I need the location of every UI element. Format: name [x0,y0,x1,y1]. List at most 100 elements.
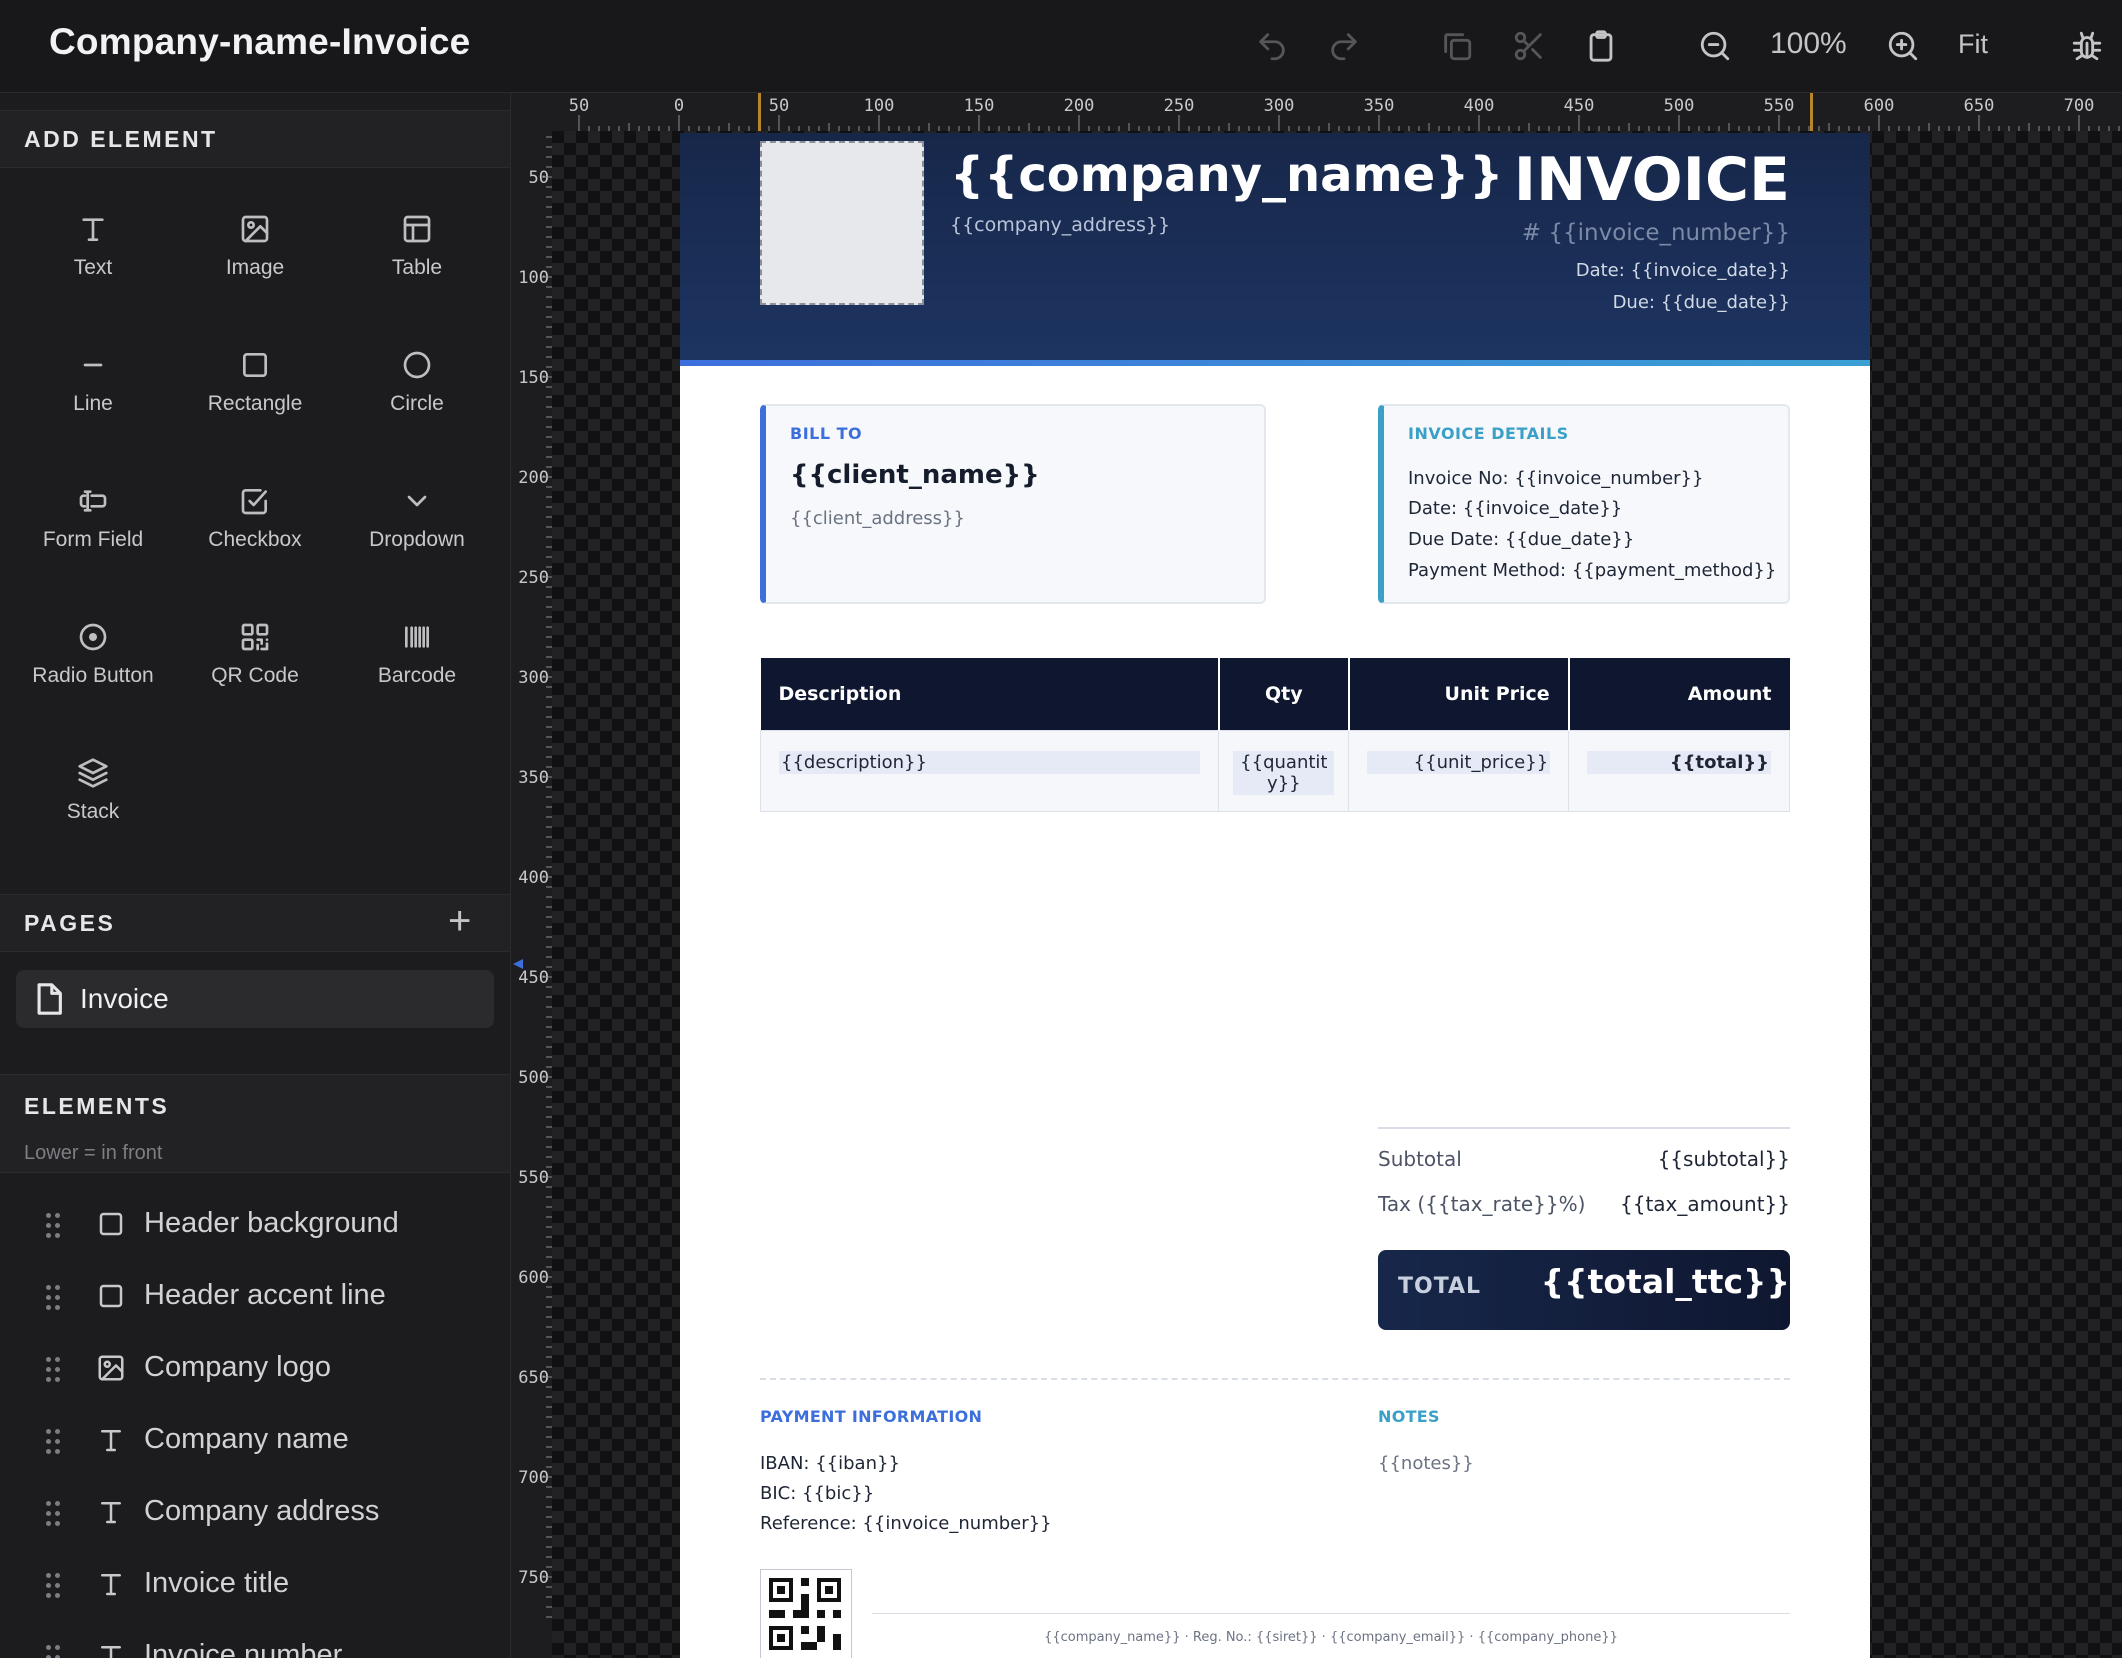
subtotal-row[interactable]: Subtotal {{subtotal}} [1378,1147,1790,1171]
add-page-button[interactable]: + [448,901,471,941]
company-logo-placeholder[interactable] [760,141,924,305]
tool-label: Dropdown [369,528,465,551]
tool-circle[interactable]: Circle [336,335,498,455]
tool-radio-button[interactable]: Radio Button [12,607,174,727]
document-title[interactable]: Company-name-Invoice [49,21,470,63]
details-line[interactable]: Invoice No: {{invoice_number}} [1408,468,1703,489]
zoom-in-icon[interactable] [1881,24,1925,68]
tax-value[interactable]: {{tax_amount}} [1620,1192,1790,1216]
total-box[interactable]: TOTAL {{total_ttc}} [1378,1250,1790,1330]
total-value[interactable]: {{total_ttc}} [1541,1262,1790,1301]
payment-qr-code[interactable] [760,1569,852,1658]
tax-row[interactable]: Tax ({{tax_rate}}%) {{tax_amount}} [1378,1192,1790,1216]
column-header: Unit Price [1348,658,1570,731]
header-accent-line[interactable] [680,360,1870,366]
layer-item[interactable]: Invoice number [0,1621,510,1658]
invoice-page[interactable]: {{company_name}} {{company_address}} INV… [680,133,1870,1658]
table-cell[interactable]: {{unit_price}} [1367,751,1551,774]
payment-line[interactable]: Reference: {{invoice_number}} [760,1513,1052,1534]
debug-icon[interactable] [2065,24,2109,68]
tool-rectangle[interactable]: Rectangle [174,335,336,455]
table-cell[interactable]: {{description}} [779,751,1201,774]
ruler-tick-label: 50 [569,96,589,116]
layer-item[interactable]: Invoice title [0,1549,510,1621]
invoice-title[interactable]: INVOICE [1514,145,1790,215]
layer-item[interactable]: Company address [0,1477,510,1549]
stack-icon [78,758,108,788]
tool-barcode[interactable]: Barcode [336,607,498,727]
payment-line[interactable]: IBAN: {{iban}} [760,1453,900,1474]
fit-button[interactable]: Fit [1958,29,1988,60]
ruler-tick-label: 350 [1364,96,1395,116]
company-name[interactable]: {{company_name}} [950,147,1503,203]
tool-qr-code[interactable]: QR Code [174,607,336,727]
details-line[interactable]: Date: {{invoice_date}} [1408,498,1622,519]
subtotal-value[interactable]: {{subtotal}} [1658,1147,1790,1171]
cut-icon[interactable] [1507,24,1551,68]
drag-handle-icon[interactable] [46,1645,62,1658]
redo-icon[interactable] [1322,24,1366,68]
invoice-date[interactable]: Date: {{invoice_date}} [1576,260,1790,281]
ruler-vertical: 50 100 150 200 250 300 350 400 450 500 550 600 650 70… [511,131,553,1658]
invoice-number[interactable]: # {{invoice_number}} [1522,220,1790,246]
tool-checkbox[interactable]: Checkbox [174,471,336,591]
table-cell[interactable]: {{total}} [1587,751,1771,774]
bill-to-card[interactable]: BILL TO {{client_name}} {{client_address… [760,404,1266,604]
line-items-table[interactable]: Description Qty Unit Price Amount {{desc… [759,658,1790,812]
drag-handle-icon[interactable] [46,1429,62,1455]
ruler-tick-label: 250 [518,568,549,588]
ruler-horizontal-scale: 50 0 50 100 150 200 250 300 350 400 450 500 550 600 65… [569,93,2120,131]
company-address[interactable]: {{company_address}} [950,214,1170,236]
tool-image[interactable]: Image [174,199,336,319]
ruler-tick-label: 150 [518,368,549,388]
canvas[interactable]: {{company_name}} {{company_address}} INV… [552,131,2122,1658]
rectangle-icon [243,353,267,377]
tool-dropdown[interactable]: Dropdown [336,471,498,591]
tool-text[interactable]: Text [12,199,174,319]
clipboard-icon[interactable] [1579,24,1623,68]
text-icon [101,1502,121,1524]
details-line[interactable]: Due Date: {{due_date}} [1408,529,1634,550]
tool-label: Line [73,392,113,415]
layer-item[interactable]: Header background [0,1189,510,1261]
ruler-tick-label: 450 [1564,96,1595,116]
client-name[interactable]: {{client_name}} [790,460,1040,490]
tool-label: Image [225,256,285,279]
table-row[interactable]: {{description}} {{quantity}} {{unit_pric… [759,730,1790,812]
ruler-tick-label: 350 [518,768,549,788]
tool-stack[interactable]: Stack [12,743,174,863]
elements-title: ELEMENTS [24,1093,170,1119]
invoice-details-card[interactable]: INVOICE DETAILS Invoice No: {{invoice_nu… [1378,404,1790,604]
drag-handle-icon[interactable] [46,1573,62,1599]
table-icon [403,215,431,243]
duplicate-icon[interactable] [1435,24,1479,68]
drag-handle-icon[interactable] [46,1285,62,1311]
layer-label: Header background [144,1207,399,1239]
table-cell[interactable]: {{quantity}} [1233,751,1335,795]
ruler-tick-label: 600 [1864,96,1895,116]
undo-icon[interactable] [1250,24,1294,68]
invoice-due[interactable]: Due: {{due_date}} [1613,292,1790,313]
footer-divider [872,1613,1790,1614]
layer-item[interactable]: Company logo [0,1333,510,1405]
notes-value[interactable]: {{notes}} [1378,1453,1474,1474]
layer-item[interactable]: Company name [0,1405,510,1477]
zoom-out-icon[interactable] [1693,24,1737,68]
image-icon [241,215,269,243]
layer-label: Header accent line [144,1279,386,1311]
drag-handle-icon[interactable] [46,1357,62,1383]
client-address[interactable]: {{client_address}} [790,508,965,529]
tool-line[interactable]: Line [12,335,174,455]
drag-handle-icon[interactable] [46,1213,62,1239]
layer-item[interactable]: Header accent line [0,1261,510,1333]
page-item-invoice[interactable]: Invoice [16,970,494,1028]
tool-form-field[interactable]: Form Field [12,471,174,591]
details-line[interactable]: Payment Method: {{payment_method}} [1408,560,1776,581]
ruler-tick-label: 100 [518,268,549,288]
footer-text[interactable]: {{company_name}} · Reg. No.: {{siret}} ·… [872,1630,1790,1645]
pages-title: PAGES [24,910,116,936]
tool-table[interactable]: Table [336,199,498,319]
payment-line[interactable]: BIC: {{bic}} [760,1483,874,1504]
bill-to-label: BILL TO [790,424,863,443]
drag-handle-icon[interactable] [46,1501,62,1527]
